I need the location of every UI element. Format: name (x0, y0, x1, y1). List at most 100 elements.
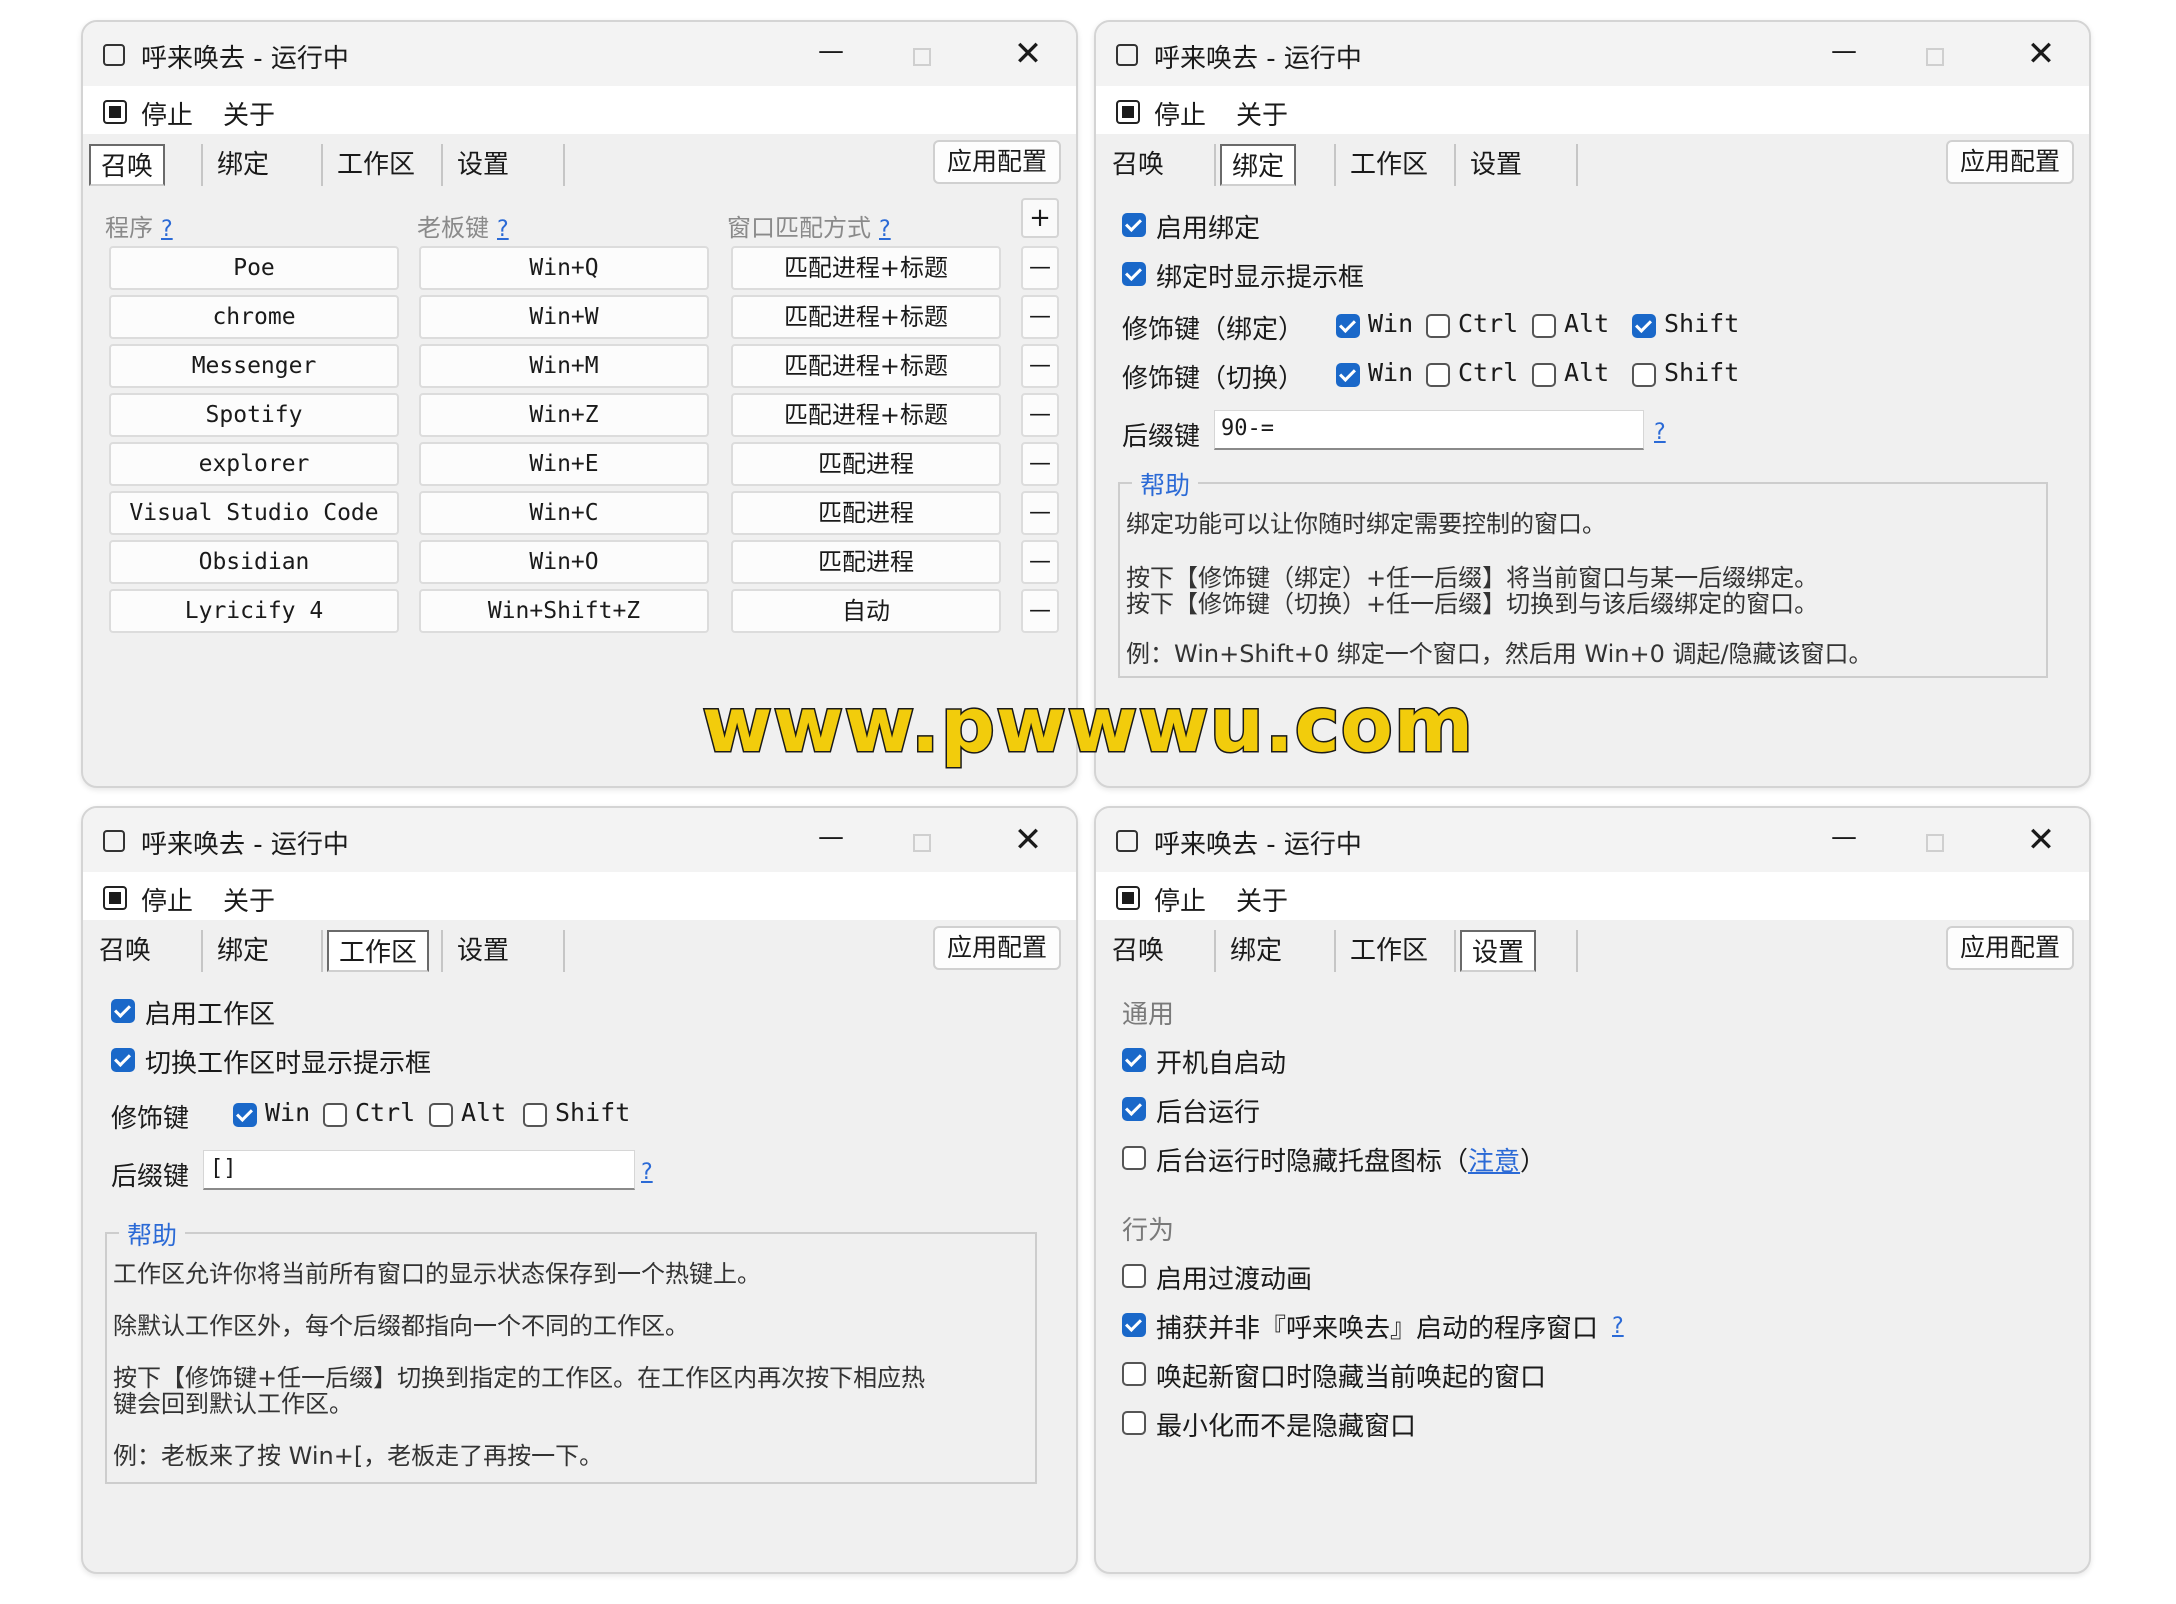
program-cell[interactable]: Obsidian (109, 540, 399, 584)
suffix-help-link[interactable]: ? (641, 1160, 653, 1185)
tab-settings[interactable]: 设置 (1460, 930, 1537, 972)
menu-stop[interactable]: 停止 (141, 881, 193, 918)
tab-bind[interactable]: 绑定 (207, 930, 279, 972)
hotkey-cell[interactable]: Win+Z (419, 393, 709, 437)
bind-show-tip-checkbox[interactable] (1122, 262, 1146, 286)
program-cell[interactable]: Messenger (109, 344, 399, 388)
title-bar[interactable]: 呼来唤去 - 运行中 — ✕ (1096, 22, 2089, 86)
tab-bind[interactable]: 绑定 (207, 144, 279, 186)
tab-summon[interactable]: 召唤 (1102, 144, 1174, 186)
capture-checkbox[interactable] (1122, 1313, 1146, 1337)
delete-row-button[interactable]: — (1021, 393, 1059, 437)
minimize-checkbox[interactable] (1122, 1411, 1146, 1435)
stop-icon[interactable] (103, 100, 127, 124)
mod-switch-alt-checkbox[interactable] (1532, 363, 1556, 387)
menu-about[interactable]: 关于 (223, 881, 275, 918)
hotkey-cell[interactable]: Win+C (419, 491, 709, 535)
hotkey-cell[interactable]: Win+M (419, 344, 709, 388)
menu-about[interactable]: 关于 (1236, 881, 1288, 918)
minimize-button[interactable]: — (1824, 36, 1864, 72)
tab-settings[interactable]: 设置 (447, 144, 519, 186)
match-mode-dropdown[interactable]: 匹配进程 (731, 540, 1001, 584)
delete-row-button[interactable]: — (1021, 246, 1059, 290)
enable-bind-checkbox[interactable] (1122, 213, 1146, 237)
tab-workspace[interactable]: 工作区 (327, 930, 430, 972)
match-mode-dropdown[interactable]: 匹配进程+标题 (731, 344, 1001, 388)
suffix-input[interactable]: [] (203, 1150, 635, 1190)
enable-workspace-checkbox[interactable] (111, 999, 135, 1023)
mod-bind-alt-checkbox[interactable] (1532, 314, 1556, 338)
match-mode-dropdown[interactable]: 匹配进程 (731, 491, 1001, 535)
add-row-button[interactable]: + (1021, 198, 1059, 238)
ws-mod-shift-checkbox[interactable] (523, 1103, 547, 1127)
transition-checkbox[interactable] (1122, 1264, 1146, 1288)
tab-bind[interactable]: 绑定 (1220, 144, 1297, 186)
match-mode-dropdown[interactable]: 匹配进程+标题 (731, 295, 1001, 339)
close-button[interactable]: ✕ (2018, 34, 2064, 76)
ws-mod-ctrl-checkbox[interactable] (323, 1103, 347, 1127)
match-mode-dropdown[interactable]: 匹配进程 (731, 442, 1001, 486)
mod-switch-ctrl-checkbox[interactable] (1426, 363, 1450, 387)
delete-row-button[interactable]: — (1021, 442, 1059, 486)
help-link[interactable]: ? (497, 217, 509, 242)
ws-mod-alt-checkbox[interactable] (429, 1103, 453, 1127)
close-button[interactable]: ✕ (2018, 820, 2064, 862)
program-cell[interactable]: explorer (109, 442, 399, 486)
tab-summon[interactable]: 召唤 (89, 930, 161, 972)
workspace-show-tip-checkbox[interactable] (111, 1048, 135, 1072)
background-checkbox[interactable] (1122, 1097, 1146, 1121)
apply-config-button[interactable]: 应用配置 (1946, 926, 2074, 970)
program-cell[interactable]: Poe (109, 246, 399, 290)
minimize-button[interactable]: — (1824, 822, 1864, 858)
delete-row-button[interactable]: — (1021, 344, 1059, 388)
tab-settings[interactable]: 设置 (1460, 144, 1532, 186)
capture-help-link[interactable]: ? (1612, 1314, 1624, 1339)
menu-stop[interactable]: 停止 (1154, 95, 1206, 132)
ws-mod-win-checkbox[interactable] (233, 1103, 257, 1127)
hide-tray-checkbox[interactable] (1122, 1146, 1146, 1170)
title-bar[interactable]: 呼来唤去 - 运行中 — ✕ (83, 808, 1076, 872)
close-button[interactable]: ✕ (1005, 820, 1051, 862)
hide-prev-checkbox[interactable] (1122, 1362, 1146, 1386)
hotkey-cell[interactable]: Win+E (419, 442, 709, 486)
menu-stop[interactable]: 停止 (1154, 881, 1206, 918)
match-mode-dropdown[interactable]: 自动 (731, 589, 1001, 633)
help-link[interactable]: ? (879, 217, 891, 242)
program-cell[interactable]: Lyricify 4 (109, 589, 399, 633)
minimize-button[interactable]: — (811, 822, 851, 858)
tab-workspace[interactable]: 工作区 (327, 144, 425, 186)
delete-row-button[interactable]: — (1021, 540, 1059, 584)
stop-icon[interactable] (1116, 100, 1140, 124)
title-bar[interactable]: 呼来唤去 - 运行中 — ✕ (1096, 808, 2089, 872)
menu-about[interactable]: 关于 (223, 95, 275, 132)
tab-workspace[interactable]: 工作区 (1340, 930, 1438, 972)
mod-bind-shift-checkbox[interactable] (1632, 314, 1656, 338)
tab-workspace[interactable]: 工作区 (1340, 144, 1438, 186)
close-button[interactable]: ✕ (1005, 34, 1051, 76)
delete-row-button[interactable]: — (1021, 589, 1059, 633)
menu-stop[interactable]: 停止 (141, 95, 193, 132)
help-link[interactable]: ? (161, 217, 173, 242)
apply-config-button[interactable]: 应用配置 (933, 926, 1061, 970)
tab-settings[interactable]: 设置 (447, 930, 519, 972)
title-bar[interactable]: 呼来唤去 - 运行中 — ✕ (83, 22, 1076, 86)
program-cell[interactable]: chrome (109, 295, 399, 339)
note-link[interactable]: 注意 (1468, 1147, 1520, 1177)
apply-config-button[interactable]: 应用配置 (1946, 140, 2074, 184)
apply-config-button[interactable]: 应用配置 (933, 140, 1061, 184)
hotkey-cell[interactable]: Win+O (419, 540, 709, 584)
suffix-input[interactable]: 90-= (1214, 410, 1644, 450)
match-mode-dropdown[interactable]: 匹配进程+标题 (731, 246, 1001, 290)
program-cell[interactable]: Visual Studio Code (109, 491, 399, 535)
tab-summon[interactable]: 召唤 (89, 144, 166, 186)
mod-bind-ctrl-checkbox[interactable] (1426, 314, 1450, 338)
match-mode-dropdown[interactable]: 匹配进程+标题 (731, 393, 1001, 437)
hotkey-cell[interactable]: Win+Q (419, 246, 709, 290)
mod-switch-shift-checkbox[interactable] (1632, 363, 1656, 387)
tab-bind[interactable]: 绑定 (1220, 930, 1292, 972)
mod-bind-win-checkbox[interactable] (1336, 314, 1360, 338)
hotkey-cell[interactable]: Win+Shift+Z (419, 589, 709, 633)
delete-row-button[interactable]: — (1021, 295, 1059, 339)
menu-about[interactable]: 关于 (1236, 95, 1288, 132)
suffix-help-link[interactable]: ? (1654, 420, 1666, 445)
